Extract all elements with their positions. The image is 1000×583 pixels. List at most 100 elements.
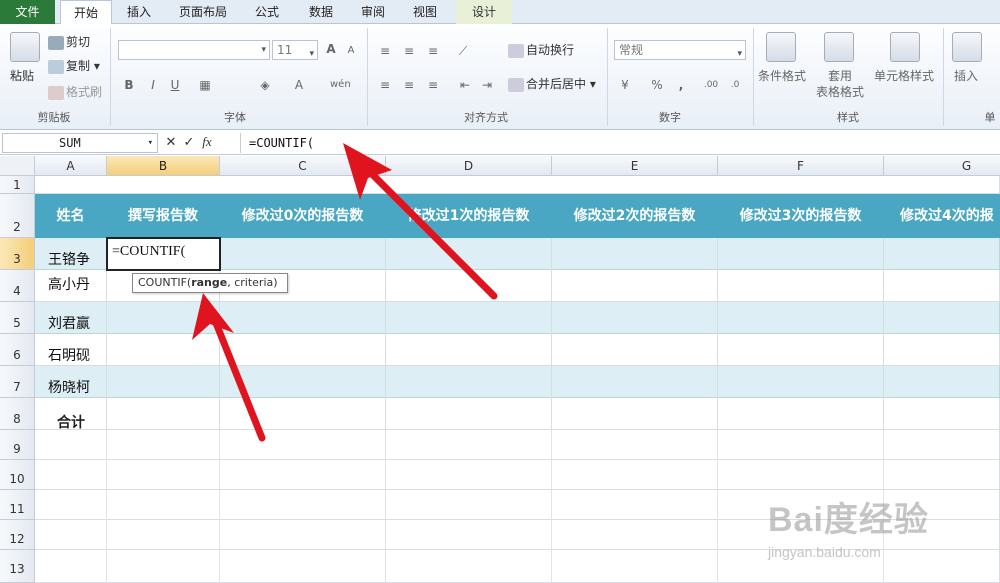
col-divider — [551, 430, 552, 583]
grow-font-button[interactable]: A — [322, 40, 340, 58]
header-cell-rev0[interactable]: 修改过0次的报告数 — [220, 194, 386, 238]
conditional-format-button[interactable]: 条件格式 — [758, 68, 806, 84]
header-cell-reports[interactable]: 撰写报告数 — [107, 194, 220, 238]
tab-formulas[interactable]: 公式 — [244, 0, 290, 24]
column-header-g[interactable]: G — [884, 156, 1000, 176]
tab-review[interactable]: 审阅 — [350, 0, 396, 24]
font-name-combo[interactable]: ▾ — [118, 40, 270, 60]
align-center-icon[interactable]: ≡ — [400, 76, 418, 94]
decrease-indent-icon[interactable]: ⇤ — [456, 76, 474, 94]
column-header-a[interactable]: A — [35, 156, 107, 176]
currency-icon[interactable]: ¥ — [616, 76, 634, 94]
cut-button[interactable]: 剪切 — [48, 34, 90, 50]
bold-button[interactable]: B — [120, 76, 138, 94]
row-header-13[interactable]: 13 — [0, 550, 35, 583]
paste-button[interactable]: 粘贴 — [10, 68, 34, 84]
row-header-2[interactable]: 2 — [0, 194, 35, 238]
insert-cells-button[interactable]: 插入 — [954, 68, 978, 84]
column-header-d[interactable]: D — [386, 156, 552, 176]
increase-indent-icon[interactable]: ⇥ — [478, 76, 496, 94]
scissors-icon — [48, 35, 64, 50]
header-cell-rev1[interactable]: 修改过1次的报告数 — [386, 194, 552, 238]
name-cell[interactable]: 王铬争 — [35, 238, 107, 270]
tab-data[interactable]: 数据 — [298, 0, 344, 24]
name-cell[interactable]: 高小丹 — [35, 270, 107, 302]
align-bottom-icon[interactable]: ≡ — [424, 42, 442, 60]
comma-button[interactable]: , — [672, 76, 690, 94]
align-right-icon[interactable]: ≡ — [424, 76, 442, 94]
tab-view[interactable]: 视图 — [402, 0, 448, 24]
fill-color-icon[interactable]: ◈ — [256, 76, 274, 94]
phonetic-icon[interactable]: wén — [330, 76, 351, 94]
cut-label: 剪切 — [66, 35, 91, 49]
enter-icon[interactable]: ✓ — [180, 135, 198, 150]
column-header-f[interactable]: F — [718, 156, 884, 176]
clipboard-group-label: 剪贴板 — [37, 111, 71, 124]
align-middle-icon[interactable]: ≡ — [400, 42, 418, 60]
shrink-font-button[interactable]: A — [342, 42, 360, 60]
total-label-cell[interactable]: 合计 — [35, 398, 107, 430]
decrease-decimal-icon[interactable]: .0 — [726, 76, 744, 94]
border-icon[interactable]: ▦ — [196, 76, 214, 94]
tab-design[interactable]: 设计 — [456, 0, 512, 24]
cancel-icon[interactable]: ✕ — [162, 135, 180, 150]
row-header-10[interactable]: 10 — [0, 460, 35, 490]
header-cell-name[interactable]: 姓名 — [35, 194, 107, 238]
chevron-down-icon: ▾ — [147, 138, 153, 148]
tab-page-layout[interactable]: 页面布局 — [170, 0, 236, 24]
row-empty[interactable] — [35, 460, 1000, 490]
formula-input[interactable]: =COUNTIF( — [240, 133, 998, 153]
function-tooltip[interactable]: COUNTIF(range, criteria) — [132, 273, 288, 293]
table-format-button[interactable]: 套用 表格格式 — [812, 68, 868, 100]
row-header-9[interactable]: 9 — [0, 430, 35, 460]
merge-center-button[interactable]: 合并后居中 ▾ — [508, 76, 596, 92]
row-1-cells[interactable] — [35, 176, 1000, 194]
row-header-8[interactable]: 8 — [0, 398, 35, 430]
percent-button[interactable]: % — [648, 76, 666, 94]
header-cell-rev4[interactable]: 修改过4次的报 — [884, 194, 1000, 238]
align-top-icon[interactable]: ≡ — [376, 42, 394, 60]
tab-file[interactable]: 文件 — [0, 0, 55, 24]
italic-button[interactable]: I — [144, 76, 162, 94]
header-cell-rev2[interactable]: 修改过2次的报告数 — [552, 194, 718, 238]
name-cell[interactable]: 杨晓柯 — [35, 366, 107, 398]
insert-function-icon[interactable]: fx — [198, 134, 216, 150]
wrap-text-button[interactable]: 自动换行 — [508, 42, 574, 58]
row-header-7[interactable]: 7 — [0, 366, 35, 398]
row-header-1[interactable]: 1 — [0, 176, 35, 194]
chevron-down-icon: ▾ — [261, 45, 266, 55]
row-header-5[interactable]: 5 — [0, 302, 35, 334]
row-header-11[interactable]: 11 — [0, 490, 35, 520]
row-header-6[interactable]: 6 — [0, 334, 35, 366]
column-header-b[interactable]: B — [107, 156, 220, 176]
font-size-combo[interactable]: 11 ▾ — [272, 40, 318, 60]
excel-window: 文件 开始 插入 页面布局 公式 数据 审阅 视图 设计 粘贴 剪切 复制 ▾ … — [0, 0, 1000, 583]
tab-home[interactable]: 开始 — [60, 0, 112, 25]
name-box[interactable]: SUM ▾ — [2, 133, 158, 153]
increase-decimal-icon[interactable]: .00 — [702, 76, 720, 94]
orientation-icon[interactable]: ⟋ — [454, 42, 472, 60]
number-format-combo[interactable]: 常规 ▾ — [614, 40, 746, 60]
row-header-4[interactable]: 4 — [0, 270, 35, 302]
align-left-icon[interactable]: ≡ — [376, 76, 394, 94]
font-group-label: 字体 — [224, 111, 246, 124]
font-color-button[interactable]: A — [290, 76, 308, 94]
row-empty[interactable] — [35, 430, 1000, 460]
column-header-c[interactable]: C — [220, 156, 386, 176]
select-all-corner[interactable] — [0, 156, 35, 176]
active-cell-b3[interactable]: =COUNTIF( — [106, 237, 221, 271]
name-cell[interactable]: 石明砚 — [35, 334, 107, 366]
chevron-down-icon: ▾ — [737, 49, 742, 59]
copy-button[interactable]: 复制 ▾ — [48, 58, 100, 74]
number-format-value: 常规 — [619, 43, 644, 57]
tab-insert[interactable]: 插入 — [116, 0, 162, 24]
row-header-3[interactable]: 3 — [0, 238, 35, 270]
name-cell[interactable]: 刘君赢 — [35, 302, 107, 334]
tooltip-criteria-arg: , criteria) — [227, 276, 278, 289]
header-cell-rev3[interactable]: 修改过3次的报告数 — [718, 194, 884, 238]
format-painter-button[interactable]: 格式刷 — [48, 84, 102, 100]
underline-button[interactable]: U — [166, 76, 184, 94]
row-header-12[interactable]: 12 — [0, 520, 35, 550]
column-header-e[interactable]: E — [552, 156, 718, 176]
cell-styles-button[interactable]: 单元格样式 — [874, 68, 934, 84]
